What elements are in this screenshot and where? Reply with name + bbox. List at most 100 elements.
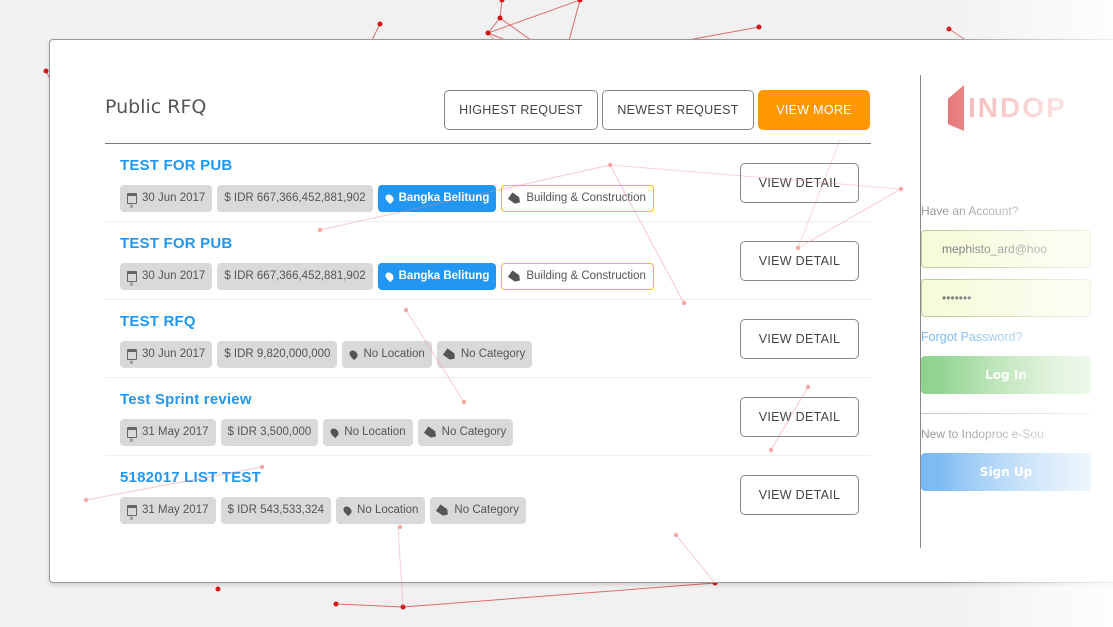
date-text: 31 May 2017 (142, 426, 209, 438)
date-badge: 30 Jun 2017 (120, 263, 213, 298)
category-badge: Building & Construction (501, 263, 654, 290)
rfq-title-link[interactable]: TEST FOR PUB (120, 157, 232, 174)
newest-request-button[interactable]: NEWEST REQUEST (602, 90, 754, 130)
password-field[interactable]: ••••••• (921, 279, 1091, 317)
list-item: TEST RFQ 30 Jun 2017 $ IDR 9,820,000,000… (105, 300, 871, 378)
map-marker-icon (329, 426, 341, 439)
network-line (499, 0, 503, 19)
login-button[interactable]: Log In (921, 356, 1091, 394)
location-text: Bangka Belitung (398, 192, 490, 204)
location-badge: Bangka Belitung (377, 185, 497, 212)
price-badge: $ IDR 667,366,452,881,902 (217, 263, 373, 290)
new-to-label: New to Indoproc e-Sou (921, 427, 1044, 441)
category-text: No Category (441, 426, 507, 438)
list-item: TEST FOR PUB 30 Jun 2017 $ IDR 667,366,4… (105, 144, 871, 222)
tags-icon (443, 348, 457, 361)
date-text: 31 May 2017 (142, 504, 209, 516)
rfq-title-link[interactable]: TEST FOR PUB (120, 235, 232, 252)
rfq-title-link[interactable]: Test Sprint review (120, 391, 252, 408)
network-node (400, 604, 406, 610)
rfq-title-link[interactable]: TEST RFQ (120, 313, 196, 330)
price-badge: $ IDR 9,820,000,000 (217, 341, 338, 368)
date-badge: 30 Jun 2017 (120, 185, 213, 220)
location-badge: No Location (342, 341, 432, 368)
login-panel: INDOP Have an Account? mephisto_ard@hoo … (921, 75, 1091, 495)
map-marker-icon (383, 192, 395, 205)
category-text: No Category (454, 504, 519, 516)
network-node (946, 26, 952, 32)
login-divider (921, 413, 1091, 414)
calendar-icon (127, 349, 137, 376)
view-detail-button[interactable]: VIEW DETAIL (740, 319, 859, 359)
rfq-title-link[interactable]: 5182017 LIST TEST (120, 469, 261, 486)
map-marker-icon (383, 270, 395, 283)
location-badge: No Location (323, 419, 413, 446)
view-detail-button[interactable]: VIEW DETAIL (740, 475, 859, 515)
tags-icon (423, 426, 437, 439)
category-text: Building & Construction (526, 192, 646, 204)
brand-logo: INDOP (948, 85, 1067, 131)
category-badge: No Category (436, 341, 533, 368)
calendar-icon (127, 271, 137, 298)
rfq-tags: 30 Jun 2017 $ IDR 667,366,452,881,902 Ba… (120, 263, 654, 298)
location-badge: No Location (336, 497, 426, 524)
list-item: 5182017 LIST TEST 31 May 2017 $ IDR 543,… (105, 456, 871, 534)
list-item: Test Sprint review 31 May 2017 $ IDR 3,5… (105, 378, 871, 456)
date-badge: 31 May 2017 (120, 497, 216, 532)
category-text: No Category (460, 348, 526, 360)
network-node (499, 0, 505, 3)
view-detail-button[interactable]: VIEW DETAIL (740, 241, 859, 281)
calendar-icon (127, 193, 137, 220)
location-text: Bangka Belitung (398, 270, 490, 282)
rfq-list: TEST FOR PUB 30 Jun 2017 $ IDR 667,366,4… (105, 144, 871, 534)
view-detail-button[interactable]: VIEW DETAIL (740, 397, 859, 437)
map-marker-icon (341, 504, 354, 517)
network-line (402, 582, 716, 608)
price-badge: $ IDR 667,366,452,881,902 (217, 185, 373, 212)
network-node (43, 68, 49, 74)
rfq-tags: 30 Jun 2017 $ IDR 9,820,000,000 No Locat… (120, 341, 533, 376)
network-node (377, 21, 383, 27)
forgot-password-link[interactable]: Forgot Password? (921, 330, 1022, 344)
network-node (485, 30, 491, 36)
price-badge: $ IDR 543,533,324 (220, 497, 332, 524)
location-badge: Bangka Belitung (377, 263, 497, 290)
location-text: No Location (344, 426, 406, 438)
tags-icon (508, 192, 522, 205)
category-badge: Building & Construction (501, 185, 654, 212)
list-item: TEST FOR PUB 30 Jun 2017 $ IDR 667,366,4… (105, 222, 871, 300)
calendar-icon (127, 427, 137, 454)
category-text: Building & Construction (526, 270, 646, 282)
network-node (577, 0, 583, 3)
email-field[interactable]: mephisto_ard@hoo (921, 230, 1091, 268)
page-title: Public RFQ (105, 96, 207, 118)
signup-button[interactable]: Sign Up (921, 453, 1091, 491)
tags-icon (508, 270, 522, 283)
view-detail-button[interactable]: VIEW DETAIL (740, 163, 859, 203)
network-node (215, 586, 221, 592)
date-badge: 31 May 2017 (120, 419, 216, 454)
calendar-icon (127, 505, 137, 532)
date-text: 30 Jun 2017 (142, 270, 206, 282)
date-badge: 30 Jun 2017 (120, 341, 213, 376)
tags-icon (436, 504, 450, 517)
brand-logo-icon (948, 85, 964, 131)
category-badge: No Category (417, 419, 514, 446)
rfq-tags: 31 May 2017 $ IDR 3,500,000 No Location … (120, 419, 514, 454)
date-text: 30 Jun 2017 (142, 348, 206, 360)
rfq-tags: 31 May 2017 $ IDR 543,533,324 No Locatio… (120, 497, 526, 532)
rfq-tags: 30 Jun 2017 $ IDR 667,366,452,881,902 Ba… (120, 185, 654, 220)
price-badge: $ IDR 3,500,000 (220, 419, 319, 446)
date-text: 30 Jun 2017 (142, 192, 206, 204)
highest-request-button[interactable]: HIGHEST REQUEST (444, 90, 598, 130)
category-badge: No Category (430, 497, 526, 524)
network-node (497, 15, 503, 21)
brand-name: INDOP (968, 92, 1067, 123)
location-text: No Location (363, 348, 425, 360)
view-more-button[interactable]: VIEW MORE (758, 90, 870, 130)
network-node (756, 24, 762, 30)
network-line (335, 603, 404, 608)
have-account-label: Have an Account? (921, 204, 1019, 218)
location-text: No Location (357, 504, 419, 516)
network-node (333, 601, 339, 607)
